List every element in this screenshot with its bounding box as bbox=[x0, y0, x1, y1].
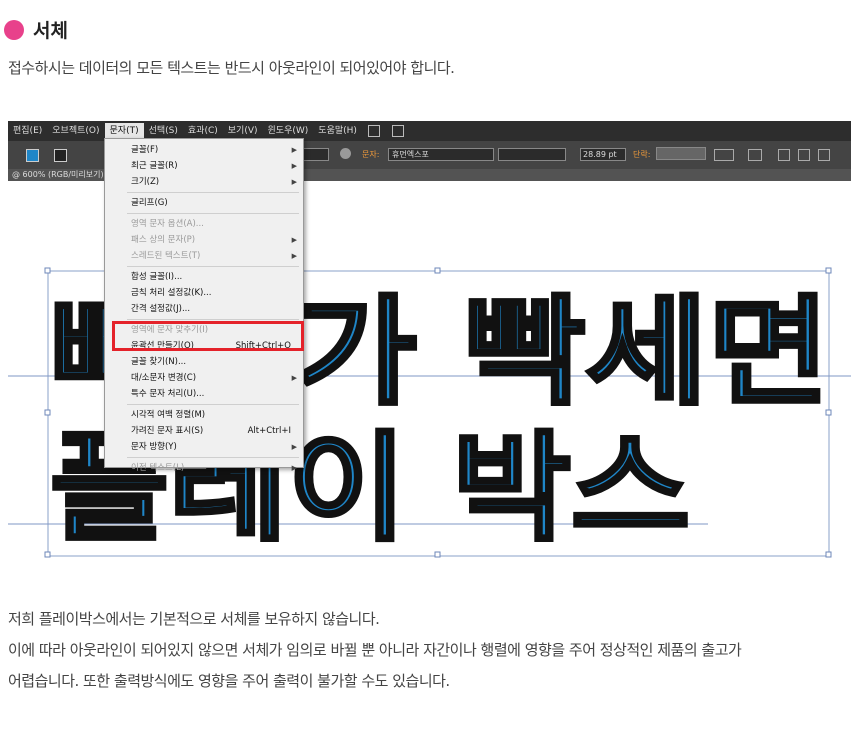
transform-icon[interactable] bbox=[748, 149, 762, 161]
create-outlines-highlight bbox=[112, 321, 304, 351]
section-heading: 서체 bbox=[4, 16, 68, 43]
menu-item-label: 합성 글꼴(I)... bbox=[131, 272, 183, 282]
menu-window[interactable]: 윈도우(W) bbox=[263, 123, 314, 139]
menu-item-shortcut: Alt+Ctrl+I bbox=[247, 426, 291, 436]
menu-item-label: 최근 글꼴(R) bbox=[131, 161, 178, 171]
menu-item: 패스 상의 문자(P) ▶ bbox=[105, 232, 303, 248]
intro-text: 접수하시는 데이터의 모든 텍스트는 반드시 아웃라인이 되어있어야 합니다. bbox=[8, 59, 455, 77]
font-size-field[interactable]: 28.89 pt bbox=[580, 148, 626, 161]
menu-item: 영역 문자 옵션(A)... bbox=[105, 216, 303, 232]
menu-item-label: 글리프(G) bbox=[131, 198, 168, 208]
document-tab[interactable]: @ 600% (RGB/미리보기) bbox=[12, 169, 104, 181]
menu-item[interactable]: 가려진 문자 표시(S) Alt+Ctrl+I bbox=[105, 423, 303, 439]
menu-item[interactable]: 시각적 여백 정렬(M) bbox=[105, 407, 303, 423]
body-line-1: 저희 플레이박스에서는 기본적으로 서체를 보유하지 않습니다. bbox=[8, 610, 380, 628]
submenu-arrow-icon: ▶ bbox=[291, 252, 297, 260]
menu-item[interactable]: 글리프(G) bbox=[105, 195, 303, 211]
submenu-arrow-icon: ▶ bbox=[291, 236, 297, 244]
menu-select[interactable]: 선택(S) bbox=[144, 123, 183, 139]
menu-item[interactable]: 간격 설정값(J)... bbox=[105, 301, 303, 317]
menu-item[interactable]: 최근 글꼴(R) ▶ bbox=[105, 158, 303, 174]
menu-help[interactable]: 도움말(H) bbox=[313, 123, 362, 139]
stroke-weight-field[interactable] bbox=[303, 148, 329, 161]
menu-item-label: 시각적 여백 정렬(M) bbox=[131, 410, 206, 420]
menu-item[interactable]: 금칙 처리 설정값(K)... bbox=[105, 285, 303, 301]
submenu-arrow-icon: ▶ bbox=[291, 443, 297, 451]
menu-type[interactable]: 문자(T) bbox=[104, 123, 144, 139]
paragraph-label[interactable]: 단락: bbox=[633, 148, 650, 161]
menu-item[interactable]: 대/소문자 변경(C) ▶ bbox=[105, 370, 303, 386]
submenu-arrow-icon: ▶ bbox=[291, 162, 297, 170]
menu-item[interactable]: 글꼴 찾기(N)... bbox=[105, 354, 303, 370]
menu-separator bbox=[127, 266, 299, 267]
body-line-3: 어렵습니다. 또한 출력방식에도 영향을 주어 출력이 불가할 수도 있습니다. bbox=[8, 672, 450, 690]
menu-object[interactable]: 오브젝트(O) bbox=[47, 123, 104, 139]
submenu-arrow-icon: ▶ bbox=[291, 464, 297, 472]
menu-item-label: 금칙 처리 설정값(K)... bbox=[131, 288, 212, 298]
menu-separator bbox=[127, 192, 299, 193]
submenu-arrow-icon: ▶ bbox=[291, 374, 297, 382]
menu-item-label: 스레드된 텍스트(T) bbox=[131, 251, 201, 261]
submenu-arrow-icon: ▶ bbox=[291, 178, 297, 186]
align-buttons[interactable] bbox=[656, 147, 706, 160]
menu-item-label: 패스 상의 문자(P) bbox=[131, 235, 196, 245]
font-size-value: 28.89 pt bbox=[583, 150, 617, 159]
menu-item: 스레드된 텍스트(T) ▶ bbox=[105, 248, 303, 264]
menu-view[interactable]: 보기(V) bbox=[223, 123, 263, 139]
menu-separator bbox=[127, 319, 299, 320]
char-label[interactable]: 문자: bbox=[362, 148, 379, 161]
menu-item-label: 간격 설정값(J)... bbox=[131, 304, 191, 314]
bullet-dot bbox=[4, 19, 24, 40]
menu-separator bbox=[127, 213, 299, 214]
menu-separator bbox=[127, 404, 299, 405]
menu-item-label: 글꼴 찾기(N)... bbox=[131, 357, 187, 367]
font-family-value: 휴먼엑스포 bbox=[392, 150, 429, 159]
type-dropdown-menu: 글꼴(F) ▶ 최근 글꼴(R) ▶ 크기(Z) ▶ 글리프(G) 영역 문자 옵션(A)..… bbox=[104, 138, 304, 473]
fill-swatch[interactable] bbox=[26, 149, 39, 162]
submenu-arrow-icon: ▶ bbox=[291, 146, 297, 154]
arrange-icon[interactable] bbox=[391, 125, 404, 137]
menu-item-label: 대/소문자 변경(C) bbox=[131, 373, 197, 383]
menu-effect[interactable]: 효과(C) bbox=[183, 123, 223, 139]
section-title: 서체 bbox=[33, 20, 68, 42]
body-line-2: 이에 따라 아웃라인이 되어있지 않으면 서체가 임의로 바뀔 뿐 아니라 자간… bbox=[8, 641, 742, 659]
align-right-icon[interactable] bbox=[818, 149, 830, 161]
menu-item[interactable]: 합성 글꼴(I)... bbox=[105, 269, 303, 285]
menu-item[interactable]: 글꼴(F) ▶ bbox=[105, 142, 303, 158]
align-left-icon[interactable] bbox=[778, 149, 790, 161]
menu-item[interactable]: 문자 방향(Y) ▶ bbox=[105, 439, 303, 455]
menu-item-label: 크기(Z) bbox=[131, 177, 160, 187]
menu-edit[interactable]: 편집(E) bbox=[8, 123, 47, 139]
menu-item-label: 영역 문자 옵션(A)... bbox=[131, 219, 204, 229]
menu-item-label: 특수 문자 처리(U)... bbox=[131, 389, 205, 399]
menu-item[interactable]: 특수 문자 처리(U)... bbox=[105, 386, 303, 402]
opacity-icon[interactable] bbox=[340, 148, 351, 159]
font-style-select[interactable] bbox=[498, 148, 566, 161]
menu-item: 이전 텍스트(L) ▶ bbox=[105, 460, 303, 476]
menu-item-label: 가려진 문자 표시(S) bbox=[131, 426, 204, 436]
font-family-select[interactable]: 휴먼엑스포 bbox=[388, 148, 494, 161]
paragraph-options-icon[interactable] bbox=[714, 149, 734, 161]
stroke-swatch[interactable] bbox=[54, 149, 67, 162]
menu-item-label: 글꼴(F) bbox=[131, 145, 159, 155]
menu-item[interactable]: 크기(Z) ▶ bbox=[105, 174, 303, 190]
menu-item-label: 이전 텍스트(L) bbox=[131, 463, 185, 473]
menu-item-label: 문자 방향(Y) bbox=[131, 442, 177, 452]
align-center-icon[interactable] bbox=[798, 149, 810, 161]
menu-separator bbox=[127, 457, 299, 458]
bridge-icon[interactable] bbox=[367, 125, 380, 137]
